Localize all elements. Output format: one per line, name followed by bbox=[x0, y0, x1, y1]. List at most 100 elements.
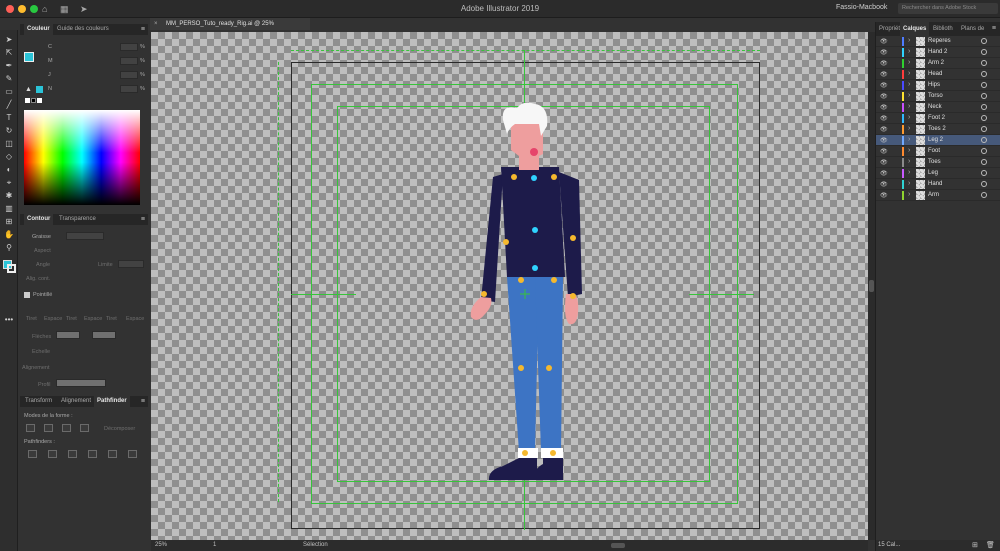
gamut-swatch[interactable] bbox=[36, 86, 43, 93]
panel-menu-icon[interactable]: ≡ bbox=[992, 25, 996, 32]
horizontal-scroll-thumb[interactable] bbox=[611, 543, 625, 548]
layer-row[interactable]: 👁 › Hips bbox=[876, 80, 1000, 91]
channel-j-input[interactable] bbox=[120, 71, 138, 79]
color-fill-swatch[interactable] bbox=[24, 52, 34, 62]
visibility-eye-icon[interactable]: 👁 bbox=[880, 104, 888, 111]
eyedropper-tool-icon[interactable]: ⌖ bbox=[2, 177, 16, 188]
minus-front-button[interactable] bbox=[44, 424, 53, 432]
layer-name[interactable]: Torso bbox=[928, 93, 943, 99]
visibility-eye-icon[interactable]: 👁 bbox=[880, 170, 888, 177]
layer-name[interactable]: Neck bbox=[928, 104, 942, 110]
layer-target-icon[interactable] bbox=[981, 60, 987, 66]
layer-row[interactable]: 👁 › Neck bbox=[876, 102, 1000, 113]
workspace-switcher[interactable]: Fassio-Macbook bbox=[836, 4, 887, 11]
layer-name[interactable]: Reperes bbox=[928, 38, 951, 44]
expand-chevron-icon[interactable]: › bbox=[908, 114, 910, 121]
layer-row[interactable]: 👁 › Leg bbox=[876, 168, 1000, 179]
document-tab[interactable]: × MM_PERSO_Tuto_ready_Rig.ai @ 25% (RVB/… bbox=[150, 18, 310, 39]
delete-layer-icon[interactable]: 🗑 bbox=[986, 541, 995, 549]
minus-back-button[interactable] bbox=[128, 450, 137, 458]
layer-name[interactable]: Hand bbox=[928, 181, 942, 187]
layer-target-icon[interactable] bbox=[981, 137, 987, 143]
shape-builder-tool-icon[interactable]: ◐ bbox=[2, 164, 16, 175]
expand-chevron-icon[interactable]: › bbox=[908, 136, 910, 143]
arrow-start-select[interactable] bbox=[56, 331, 80, 339]
visibility-eye-icon[interactable]: 👁 bbox=[880, 159, 888, 166]
expand-chevron-icon[interactable]: › bbox=[908, 191, 910, 198]
visibility-eye-icon[interactable]: 👁 bbox=[880, 60, 888, 67]
layer-target-icon[interactable] bbox=[981, 115, 987, 121]
zoom-tool-icon[interactable]: ⚲ bbox=[2, 242, 16, 253]
expand-chevron-icon[interactable]: › bbox=[908, 92, 910, 99]
layer-row[interactable]: 👁 › Reperes bbox=[876, 36, 1000, 47]
tab-couleur[interactable]: Couleur bbox=[24, 24, 53, 35]
outline-button[interactable] bbox=[108, 450, 117, 458]
layer-target-icon[interactable] bbox=[981, 38, 987, 44]
tab-guide-couleurs[interactable]: Guide des couleurs bbox=[54, 24, 112, 35]
curvature-tool-icon[interactable]: ✎ bbox=[2, 73, 16, 84]
layer-target-icon[interactable] bbox=[981, 82, 987, 88]
zoom-level-select[interactable]: 25% bbox=[155, 542, 167, 548]
layer-name[interactable]: Foot bbox=[928, 148, 940, 154]
white-swatch[interactable] bbox=[37, 98, 42, 103]
arrow-end-select[interactable] bbox=[92, 331, 116, 339]
expand-chevron-icon[interactable]: › bbox=[908, 103, 910, 110]
scrollbar-thumb[interactable] bbox=[869, 280, 874, 292]
character-illustration[interactable] bbox=[151, 32, 868, 540]
direct-selection-tool-icon[interactable]: ⇱ bbox=[2, 47, 16, 58]
layer-target-icon[interactable] bbox=[981, 104, 987, 110]
canvas-vertical-scrollbar[interactable] bbox=[868, 32, 875, 540]
dashed-checkbox[interactable] bbox=[24, 292, 30, 298]
expand-chevron-icon[interactable]: › bbox=[908, 180, 910, 187]
layer-row[interactable]: 👁 › Leg 2 bbox=[876, 135, 1000, 146]
layer-target-icon[interactable] bbox=[981, 159, 987, 165]
symbol-sprayer-tool-icon[interactable]: ✱ bbox=[2, 190, 16, 201]
tab-bibliotheques[interactable]: Biblioth bbox=[930, 22, 956, 36]
expand-chevron-icon[interactable]: › bbox=[908, 169, 910, 176]
visibility-eye-icon[interactable]: 👁 bbox=[880, 181, 888, 188]
artboard-canvas[interactable] bbox=[151, 32, 868, 540]
stock-search-input[interactable]: Rechercher dans Adobe Stock bbox=[898, 3, 998, 14]
edit-toolbar-icon[interactable]: ••• bbox=[2, 314, 16, 325]
layer-name[interactable]: Arm bbox=[928, 192, 939, 198]
layer-target-icon[interactable] bbox=[981, 93, 987, 99]
expand-chevron-icon[interactable]: › bbox=[908, 37, 910, 44]
panel-menu-icon[interactable]: ≡ bbox=[141, 216, 145, 223]
visibility-eye-icon[interactable]: 👁 bbox=[880, 93, 888, 100]
crop-button[interactable] bbox=[88, 450, 97, 458]
tab-plans-de-travail[interactable]: Plans de bbox=[958, 22, 987, 36]
layer-target-icon[interactable] bbox=[981, 192, 987, 198]
unite-button[interactable] bbox=[26, 424, 35, 432]
layer-row[interactable]: 👁 › Hand bbox=[876, 179, 1000, 190]
layer-target-icon[interactable] bbox=[981, 148, 987, 154]
layer-name[interactable]: Hand 2 bbox=[928, 49, 947, 55]
layer-name[interactable]: Toes 2 bbox=[928, 126, 946, 132]
artboard-number-input[interactable]: 1 bbox=[213, 542, 216, 548]
layer-row[interactable]: 👁 › Foot 2 bbox=[876, 113, 1000, 124]
color-spectrum[interactable] bbox=[24, 110, 140, 205]
artboard-tool-icon[interactable]: ⊞ bbox=[2, 216, 16, 227]
layer-name[interactable]: Arm 2 bbox=[928, 60, 944, 66]
expand-chevron-icon[interactable]: › bbox=[908, 48, 910, 55]
channel-n-input[interactable] bbox=[120, 85, 138, 93]
layer-target-icon[interactable] bbox=[981, 126, 987, 132]
visibility-eye-icon[interactable]: 👁 bbox=[880, 148, 888, 155]
layer-row[interactable]: 👁 › Foot bbox=[876, 146, 1000, 157]
tab-calques[interactable]: Calques bbox=[900, 22, 930, 36]
channel-c-input[interactable] bbox=[120, 43, 138, 51]
type-tool-icon[interactable]: T bbox=[2, 112, 16, 123]
layer-target-icon[interactable] bbox=[981, 49, 987, 55]
expand-chevron-icon[interactable]: › bbox=[908, 147, 910, 154]
layer-name[interactable]: Foot 2 bbox=[928, 115, 945, 121]
exclude-button[interactable] bbox=[80, 424, 89, 432]
visibility-eye-icon[interactable]: 👁 bbox=[880, 115, 888, 122]
layer-target-icon[interactable] bbox=[981, 170, 987, 176]
layer-name[interactable]: Head bbox=[928, 71, 942, 77]
tab-pathfinder[interactable]: Pathfinder bbox=[94, 396, 130, 407]
layer-name[interactable]: Toes bbox=[928, 159, 941, 165]
expand-chevron-icon[interactable]: › bbox=[908, 59, 910, 66]
visibility-eye-icon[interactable]: 👁 bbox=[880, 192, 888, 199]
expand-chevron-icon[interactable]: › bbox=[908, 70, 910, 77]
black-swatch[interactable] bbox=[31, 98, 36, 103]
eraser-tool-icon[interactable]: ◇ bbox=[2, 151, 16, 162]
